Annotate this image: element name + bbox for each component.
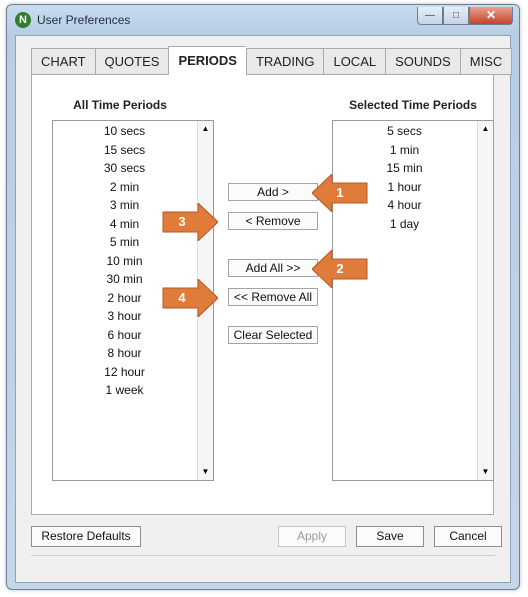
apply-button[interactable]: Apply — [278, 526, 346, 547]
scroll-down-icon[interactable]: ▼ — [478, 464, 493, 480]
list-item[interactable]: 10 min — [53, 252, 196, 271]
all-periods-items: 10 secs 15 secs 30 secs 2 min 3 min 4 min 5 mi… — [53, 121, 196, 400]
minimize-button[interactable]: — — [417, 7, 443, 25]
cancel-button[interactable]: Cancel — [434, 526, 502, 547]
list-item[interactable]: 2 min — [53, 178, 196, 197]
remove-button[interactable]: < Remove — [228, 212, 318, 230]
scroll-up-icon[interactable]: ▲ — [478, 121, 493, 137]
callout-arrow-4: 4 — [162, 277, 219, 319]
app-logo-icon: N — [15, 12, 31, 28]
callout-arrow-1: 1 — [311, 172, 368, 214]
close-button[interactable]: ✕ — [469, 7, 513, 25]
callout-number-4: 4 — [178, 290, 186, 305]
periods-panel: All Time Periods Selected Time Periods 1… — [31, 74, 494, 515]
scroll-up-icon[interactable]: ▲ — [198, 121, 213, 137]
maximize-button[interactable]: □ — [443, 7, 469, 25]
callout-number-3: 3 — [178, 214, 186, 229]
callout-arrow-3: 3 — [162, 201, 219, 243]
add-all-button[interactable]: Add All >> — [228, 259, 318, 277]
list-item[interactable]: 15 secs — [53, 141, 196, 160]
tab-misc[interactable]: MISC — [459, 48, 513, 75]
tab-strip: CHART QUOTES PERIODS TRADING LOCAL SOUND… — [31, 46, 513, 75]
remove-all-button[interactable]: << Remove All — [228, 288, 318, 306]
callout-number-2: 2 — [336, 261, 344, 276]
selected-periods-scrollbar[interactable]: ▲ ▼ — [477, 121, 493, 480]
tab-local[interactable]: LOCAL — [323, 48, 386, 75]
restore-defaults-button[interactable]: Restore Defaults — [31, 526, 141, 547]
save-button[interactable]: Save — [356, 526, 424, 547]
add-button[interactable]: Add > — [228, 183, 318, 201]
caption-buttons: — □ ✕ — [417, 7, 513, 27]
list-item[interactable]: 1 day — [333, 215, 476, 234]
tab-trading[interactable]: TRADING — [245, 48, 324, 75]
list-item[interactable]: 1 min — [333, 141, 476, 160]
list-item[interactable]: 8 hour — [53, 344, 196, 363]
tab-quotes[interactable]: QUOTES — [94, 48, 169, 75]
tab-sounds[interactable]: SOUNDS — [385, 48, 460, 75]
selected-periods-title: Selected Time Periods — [349, 98, 477, 112]
all-periods-title: All Time Periods — [73, 98, 167, 112]
footer-separator — [31, 555, 495, 556]
tab-chart[interactable]: CHART — [31, 48, 95, 75]
list-item[interactable]: 6 hour — [53, 326, 196, 345]
dialog-client-area: CHART QUOTES PERIODS TRADING LOCAL SOUND… — [15, 35, 513, 583]
scroll-down-icon[interactable]: ▼ — [198, 464, 213, 480]
list-item[interactable]: 30 secs — [53, 159, 196, 178]
title-bar[interactable]: N User Preferences — □ ✕ — [7, 5, 519, 35]
clear-selected-button[interactable]: Clear Selected — [228, 326, 318, 344]
list-item[interactable]: 1 week — [53, 381, 196, 400]
list-item[interactable]: 10 secs — [53, 122, 196, 141]
tab-periods[interactable]: PERIODS — [168, 46, 246, 75]
list-item[interactable]: 5 secs — [333, 122, 476, 141]
window-title: User Preferences — [37, 13, 131, 27]
callout-arrow-2: 2 — [311, 248, 368, 290]
list-item[interactable]: 12 hour — [53, 363, 196, 382]
user-preferences-window: N User Preferences — □ ✕ CHART QUOTES PE… — [6, 4, 520, 590]
callout-number-1: 1 — [336, 185, 344, 200]
